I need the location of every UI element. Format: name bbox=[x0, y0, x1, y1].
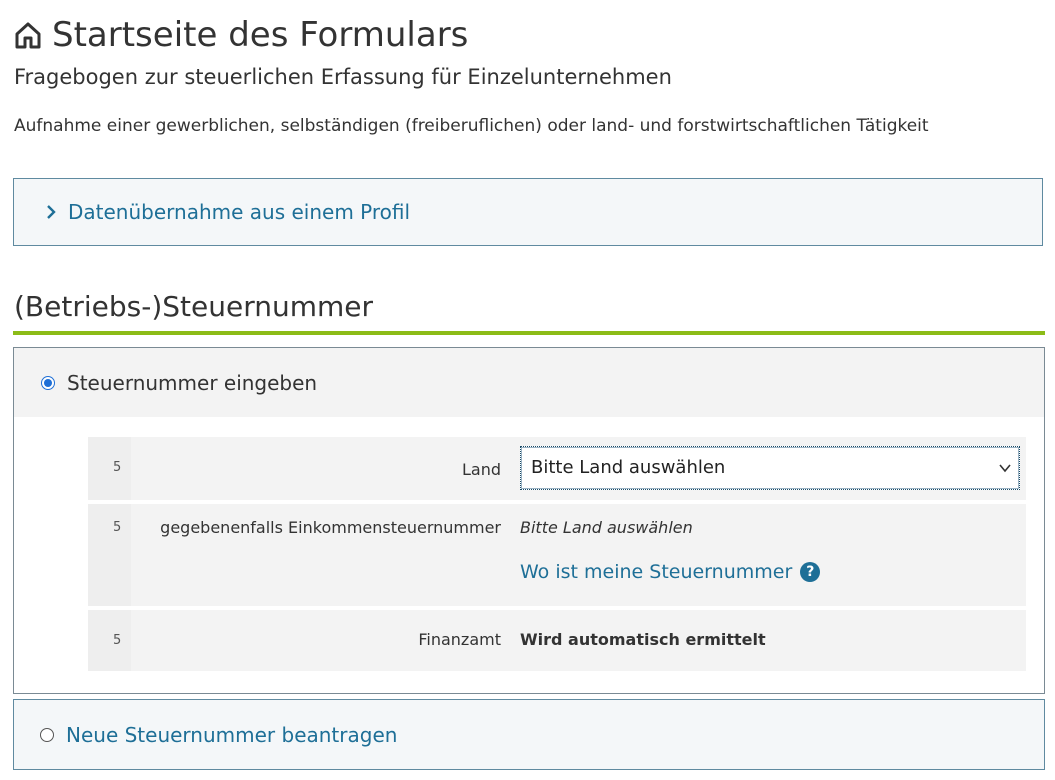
enter-tax-number-option[interactable]: Steuernummer eingeben bbox=[14, 348, 1044, 417]
form-row-land: 5 Land Bitte Land auswählen bbox=[88, 437, 1026, 500]
row-content: gegebenenfalls Einkommensteuernummer Bit… bbox=[131, 504, 1026, 606]
form-row-finanzamt: 5 Finanzamt Wird automatisch ermittelt bbox=[88, 610, 1026, 671]
help-icon[interactable]: ? bbox=[800, 562, 821, 582]
enter-tax-number-radio[interactable] bbox=[41, 375, 55, 390]
row-content: Finanzamt Wird automatisch ermittelt bbox=[131, 610, 1026, 671]
page-description: Aufnahme einer gewerblichen, selbständig… bbox=[14, 116, 929, 136]
profile-import-label: Datenübernahme aus einem Profil bbox=[68, 200, 411, 224]
page-subtitle: Fragebogen zur steuerlichen Erfassung fü… bbox=[14, 65, 672, 89]
chevron-right-icon bbox=[47, 205, 56, 219]
row-number: 5 bbox=[88, 610, 131, 671]
section-title: (Betriebs-)Steuernummer bbox=[14, 290, 373, 323]
income-tax-number-hint: Bitte Land auswählen bbox=[520, 518, 693, 537]
new-tax-number-option[interactable]: Neue Steuernummer beantragen bbox=[13, 699, 1045, 770]
land-select-value: Bitte Land auswählen bbox=[531, 457, 726, 478]
chevron-down-icon bbox=[999, 464, 1011, 473]
row-number: 5 bbox=[88, 437, 131, 500]
finanzamt-value: Wird automatisch ermittelt bbox=[520, 630, 766, 649]
page-title: Startseite des Formulars bbox=[14, 12, 468, 58]
where-is-tax-number-link[interactable]: Wo ist meine Steuernummer ? bbox=[520, 561, 821, 583]
land-label: Land bbox=[461, 460, 501, 479]
finanzamt-label: Finanzamt bbox=[418, 630, 501, 649]
form-row-income-tax-number: 5 gegebenenfalls Einkommensteuernummer B… bbox=[88, 504, 1026, 606]
section-divider bbox=[13, 331, 1045, 335]
row-number: 5 bbox=[88, 504, 131, 606]
profile-import-accordion[interactable]: Datenübernahme aus einem Profil bbox=[13, 178, 1043, 246]
home-icon bbox=[15, 22, 41, 49]
income-tax-number-label: gegebenenfalls Einkommensteuernummer bbox=[160, 518, 501, 537]
enter-tax-number-label: Steuernummer eingeben bbox=[67, 370, 318, 395]
page-title-text: Startseite des Formulars bbox=[52, 15, 469, 55]
enter-tax-number-panel: Steuernummer eingeben 5 Land Bitte Land … bbox=[13, 347, 1045, 694]
where-is-tax-number-text: Wo ist meine Steuernummer bbox=[520, 561, 793, 583]
new-tax-number-label: Neue Steuernummer beantragen bbox=[66, 722, 398, 747]
new-tax-number-radio[interactable] bbox=[40, 727, 54, 742]
land-select[interactable]: Bitte Land auswählen bbox=[520, 446, 1020, 490]
row-content: Land Bitte Land auswählen bbox=[131, 437, 1026, 500]
